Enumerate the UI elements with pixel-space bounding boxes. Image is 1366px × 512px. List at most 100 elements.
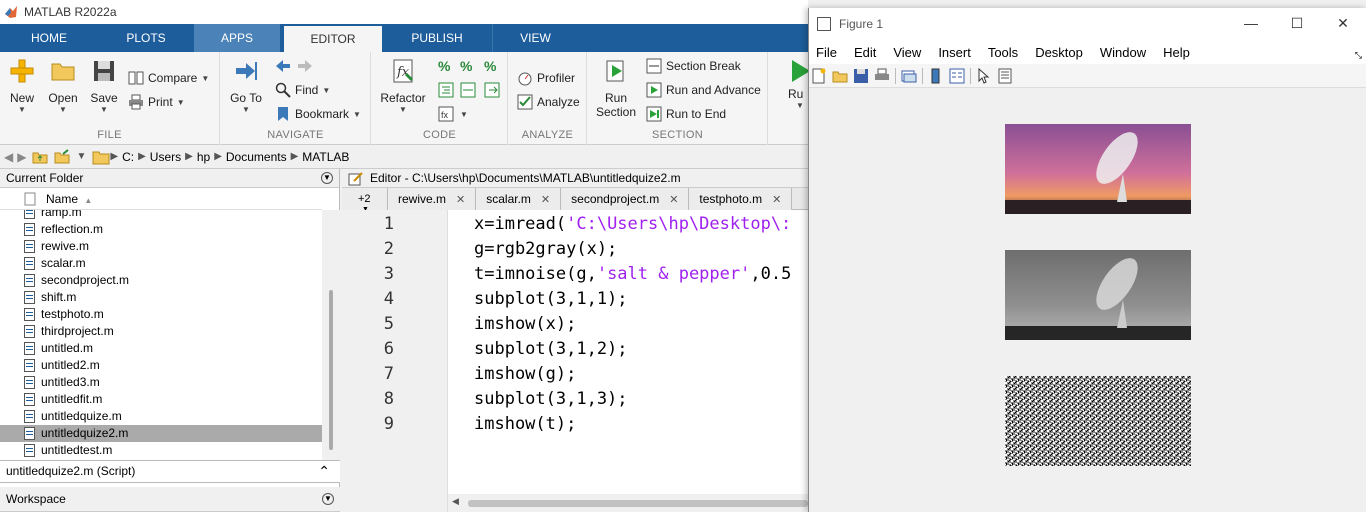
forward-nav-icon[interactable]: ▶ xyxy=(17,150,26,164)
tab-view[interactable]: VIEW xyxy=(492,24,578,52)
new-button[interactable]: New ▼ xyxy=(6,58,38,114)
tab-plots[interactable]: PLOTS xyxy=(98,24,194,52)
code-line[interactable]: imshow(g); xyxy=(474,364,576,384)
file-item[interactable]: reflection.m xyxy=(0,221,322,238)
menu-help[interactable]: Help xyxy=(1163,45,1190,60)
uncomment-icon[interactable]: % xyxy=(460,58,476,74)
file-item[interactable]: scalar.m xyxy=(0,255,322,272)
breadcrumb-documents[interactable]: Documents xyxy=(226,150,287,164)
forward-arrow-icon[interactable] xyxy=(297,58,313,74)
file-item[interactable]: untitled3.m xyxy=(0,374,322,391)
save-figure-icon[interactable] xyxy=(853,68,869,84)
code-line[interactable]: imshow(t); xyxy=(474,414,576,434)
goto-button[interactable]: Go To ▼ xyxy=(229,58,263,114)
refactor-button[interactable]: fx Refactor ▼ xyxy=(378,58,428,114)
code-line[interactable]: x=imread('C:\Users\hp\Desktop\: xyxy=(474,214,791,234)
run-section-button[interactable]: Run Section xyxy=(594,58,638,119)
menu-file[interactable]: File xyxy=(816,45,837,60)
tab-publish[interactable]: PUBLISH xyxy=(382,24,492,52)
menu-desktop[interactable]: Desktop xyxy=(1035,45,1083,60)
file-item[interactable]: ramp.m xyxy=(0,210,322,221)
menu-window[interactable]: Window xyxy=(1100,45,1146,60)
comment-icon[interactable]: % xyxy=(438,58,454,74)
panel-menu-icon[interactable]: ▼ xyxy=(321,172,333,184)
code-line[interactable]: t=imnoise(g,'salt & pepper',0.5 xyxy=(474,264,791,284)
breadcrumb-users[interactable]: Users xyxy=(150,150,181,164)
file-item[interactable]: rewive.m xyxy=(0,238,322,255)
function-browser-icon[interactable]: fx xyxy=(438,106,454,122)
tab-home[interactable]: HOME xyxy=(0,24,98,52)
run-end-button[interactable]: Run to End xyxy=(646,106,726,122)
menu-view[interactable]: View xyxy=(893,45,921,60)
editor-horizontal-scrollbar[interactable]: ◀ xyxy=(448,494,808,512)
breadcrumb-hp[interactable]: hp xyxy=(197,150,210,164)
editor-tab[interactable]: testphoto.m ✕ xyxy=(689,188,793,210)
name-column-header[interactable]: Name ▲ xyxy=(0,188,322,210)
pointer-icon[interactable] xyxy=(976,67,992,84)
file-item[interactable]: shift.m xyxy=(0,289,322,306)
save-button[interactable]: Save ▼ xyxy=(88,58,120,114)
run-button[interactable]: Ru ▼ xyxy=(788,58,808,110)
colorbar-icon[interactable] xyxy=(928,68,944,84)
analyze-button[interactable]: Analyze xyxy=(517,94,580,110)
breadcrumb-c[interactable]: C: xyxy=(122,150,134,164)
tab-apps[interactable]: APPS xyxy=(194,24,280,52)
code-more-caret-icon[interactable]: ▼ xyxy=(460,110,468,119)
code-line[interactable]: imshow(x); xyxy=(474,314,576,334)
breadcrumb-matlab[interactable]: MATLAB xyxy=(302,150,349,164)
open-file-icon[interactable] xyxy=(832,68,848,84)
code-line[interactable]: subplot(3,1,1); xyxy=(474,289,628,309)
menu-tools[interactable]: Tools xyxy=(988,45,1018,60)
new-figure-icon[interactable] xyxy=(811,68,827,84)
chevron-up-icon[interactable]: ⌃ xyxy=(318,461,330,482)
code-line[interactable]: subplot(3,1,3); xyxy=(474,389,628,409)
browse-folder-icon[interactable] xyxy=(54,148,70,165)
editor-tab[interactable]: secondproject.m ✕ xyxy=(561,188,690,210)
back-nav-icon[interactable]: ◀ xyxy=(4,150,13,164)
profiler-button[interactable]: Profiler xyxy=(517,70,575,86)
smart-indent-icon[interactable] xyxy=(438,82,454,98)
file-item[interactable]: untitled.m xyxy=(0,340,322,357)
file-item[interactable]: untitledtest.m xyxy=(0,442,322,459)
run-advance-button[interactable]: Run and Advance xyxy=(646,82,761,98)
editor-tab[interactable]: rewive.m ✕ xyxy=(388,188,477,210)
close-tab-icon[interactable]: ✕ xyxy=(541,194,550,206)
file-item[interactable]: testphoto.m xyxy=(0,306,322,323)
file-item[interactable]: untitledfit.m xyxy=(0,391,322,408)
file-item[interactable]: untitled2.m xyxy=(0,357,322,374)
file-item[interactable]: untitledquize.m xyxy=(0,408,322,425)
print-figure-icon[interactable] xyxy=(874,68,890,84)
tab-editor[interactable]: EDITOR xyxy=(284,26,382,52)
open-button[interactable]: Open ▼ xyxy=(46,58,80,114)
wrap-comments-icon[interactable]: % xyxy=(484,58,500,74)
maximize-button[interactable]: ☐ xyxy=(1274,8,1320,40)
file-details-bar[interactable]: untitledquize2.m (Script) ⌃ xyxy=(0,460,340,483)
legend-icon[interactable] xyxy=(949,68,965,84)
menu-edit[interactable]: Edit xyxy=(854,45,876,60)
dock-arrow-icon[interactable]: ⤡ xyxy=(1355,50,1362,61)
print-button[interactable]: Print ▼ xyxy=(128,94,185,110)
find-button[interactable]: Find ▼ xyxy=(275,82,330,98)
folder-scrollbar[interactable] xyxy=(322,210,340,460)
link-plot-icon[interactable] xyxy=(901,68,917,84)
minimize-button[interactable]: — xyxy=(1228,8,1274,40)
increase-indent-icon[interactable] xyxy=(484,82,500,98)
code-area[interactable]: x=imread('C:\Users\hp\Desktop\: g=rgb2gr… xyxy=(342,210,808,494)
workspace-menu-icon[interactable]: ▼ xyxy=(322,493,334,505)
up-folder-icon[interactable] xyxy=(32,149,48,165)
file-item-selected[interactable]: untitledquize2.m xyxy=(0,425,322,442)
close-tab-icon[interactable]: ✕ xyxy=(669,194,678,206)
close-tab-icon[interactable]: ✕ xyxy=(772,194,781,206)
scroll-left-icon[interactable]: ◀ xyxy=(452,496,459,507)
property-inspector-icon[interactable] xyxy=(997,68,1013,84)
bookmark-button[interactable]: Bookmark ▼ xyxy=(275,106,361,122)
file-item[interactable]: thirdproject.m xyxy=(0,323,322,340)
close-tab-icon[interactable]: ✕ xyxy=(456,194,465,206)
decrease-indent-icon[interactable] xyxy=(460,82,476,98)
section-break-button[interactable]: Section Break xyxy=(646,58,741,74)
more-tabs-button[interactable]: +2▼ xyxy=(342,188,388,213)
menu-insert[interactable]: Insert xyxy=(938,45,971,60)
close-button[interactable]: ✕ xyxy=(1320,8,1366,40)
folder-scroll-thumb[interactable] xyxy=(329,290,333,450)
editor-scroll-thumb[interactable] xyxy=(468,500,808,507)
